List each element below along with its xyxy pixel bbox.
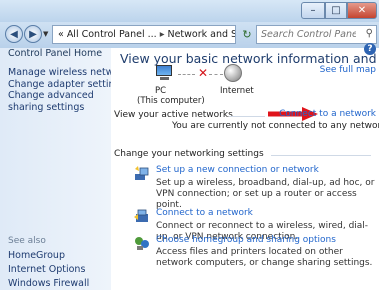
maximize-button[interactable]: □ [325, 2, 347, 19]
setup-connection-description: Set up a wireless, broadband, dial-up, a… [156, 178, 375, 210]
address-bar-row: ◀ ▶ ▼ « All Control Panel ... ▸ Network … [0, 22, 379, 48]
section-divider [271, 155, 371, 156]
breadcrumb-network-sharing-center[interactable]: Network and Sharing Center [167, 29, 235, 40]
breadcrumb-separator-icon[interactable]: ▸ [160, 29, 165, 40]
troubleshoot-icon [134, 248, 150, 264]
connect-network-icon [134, 209, 148, 222]
control-panel-home-link[interactable]: Control Panel Home [8, 48, 102, 59]
main-content: ? View your basic network information an… [111, 43, 379, 290]
see-full-map-link[interactable]: See full map [320, 65, 376, 75]
title-bar: – □ ✕ [0, 0, 379, 22]
recent-pages-dropdown-icon[interactable]: ▼ [43, 30, 48, 38]
disconnected-x-icon: ✕ [198, 66, 209, 80]
internet-label: Internet [220, 86, 254, 96]
network-line [209, 74, 223, 75]
new-connection-icon [135, 166, 149, 180]
internet-globe-icon [224, 64, 242, 82]
homegroup-sharing-description: Access files and printers located on oth… [156, 247, 373, 268]
control-panel-window: – □ ✕ ◀ ▶ ▼ « All Control Panel ... ▸ Ne… [0, 0, 379, 290]
search-icon[interactable]: ⚲ [366, 28, 373, 39]
networking-settings-heading: Change your networking settings [114, 149, 264, 159]
breadcrumb-all-control-panel[interactable]: All Control Panel ... [67, 29, 157, 40]
back-arrow-icon: ◀ [10, 28, 18, 40]
address-bar[interactable]: « All Control Panel ... ▸ Network and Sh… [52, 25, 236, 44]
page-title: View your basic network information and … [120, 51, 379, 66]
left-pane: Control Panel Home Manage wireless netwo… [0, 48, 134, 290]
connect-to-network-link[interactable]: Connect to a network [279, 109, 376, 119]
active-networks-heading: View your active networks [114, 110, 233, 120]
sidebar-item-adapter-settings[interactable]: Change adapter settings [8, 79, 125, 90]
sidebar-link-homegroup[interactable]: HomeGroup [8, 250, 65, 261]
connect-to-network-task-link[interactable]: Connect to a network [156, 208, 253, 218]
sidebar-link-internet-options[interactable]: Internet Options [8, 264, 85, 275]
network-line [178, 74, 195, 75]
not-connected-message: You are currently not connected to any n… [172, 121, 379, 131]
sidebar-link-windows-firewall[interactable]: Windows Firewall [8, 278, 89, 289]
refresh-icon[interactable]: ↻ [239, 25, 255, 44]
homegroup-sharing-link[interactable]: Choose homegroup and sharing options [156, 235, 336, 245]
minimize-button[interactable]: – [301, 2, 325, 19]
computer-icon [154, 65, 174, 83]
breadcrumb-root-chevron[interactable]: « [58, 29, 64, 40]
search-box[interactable]: ⚲ [256, 25, 377, 44]
sidebar-item-advanced-sharing[interactable]: Change advanced sharing settings [8, 90, 108, 114]
see-also-heading: See also [8, 236, 46, 246]
section-divider [229, 116, 265, 117]
forward-button[interactable]: ▶ [24, 25, 42, 43]
setup-connection-link[interactable]: Set up a new connection or network [156, 165, 319, 175]
back-button[interactable]: ◀ [5, 25, 23, 43]
forward-arrow-icon: ▶ [29, 28, 37, 40]
close-button[interactable]: ✕ [347, 2, 377, 19]
this-computer-label: (This computer) [137, 96, 205, 106]
search-input[interactable] [261, 29, 356, 40]
pc-label: PC [155, 86, 167, 96]
